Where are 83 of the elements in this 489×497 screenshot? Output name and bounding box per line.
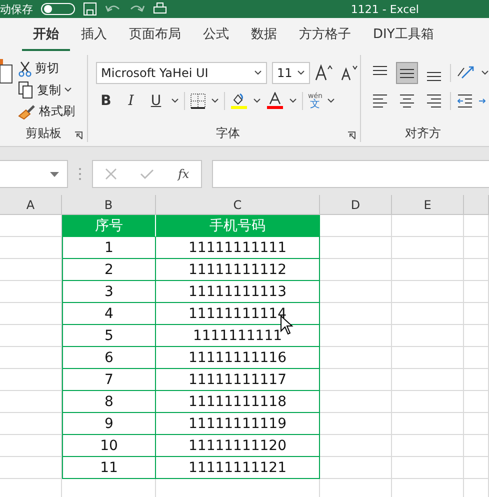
ribbon-button[interactable]: 格式刷	[16, 102, 77, 121]
ribbon-button[interactable]: 复制	[16, 80, 77, 100]
table-cell: 3	[62, 281, 156, 303]
group-label: 字体	[216, 124, 240, 142]
caret-icon	[297, 70, 305, 76]
table-cell: 9	[62, 413, 156, 435]
formula-input[interactable]	[212, 160, 489, 188]
align-icon	[425, 92, 443, 110]
copy-icon	[18, 81, 34, 99]
table-cell: 6	[62, 347, 156, 369]
font-size-field[interactable]: 11	[272, 62, 310, 84]
check-icon[interactable]	[140, 168, 154, 180]
align-icon	[398, 92, 416, 110]
column-header[interactable]: B	[62, 195, 156, 214]
align-icon	[371, 92, 389, 110]
caret-icon	[253, 98, 261, 104]
caret-icon	[254, 70, 262, 76]
undo-icon[interactable]	[105, 3, 121, 15]
align-icon	[373, 66, 387, 75]
table-header-cell: 手机号码	[156, 215, 320, 237]
vertical-align-button[interactable]	[396, 62, 418, 84]
autosave-toggle[interactable]	[41, 3, 75, 15]
table-cell: 5	[62, 325, 156, 347]
column-header[interactable]: A	[0, 195, 62, 214]
caret-icon	[327, 98, 336, 104]
table-cell: 11111111119	[156, 413, 320, 435]
table-cell: 11111111118	[156, 391, 320, 413]
table-cell: 11111111113	[156, 281, 320, 303]
insert-function-button[interactable]: fx	[178, 167, 190, 181]
table-cell: 11111111111	[156, 237, 320, 259]
table-cell: 11111111121	[156, 457, 320, 479]
redo-icon[interactable]	[129, 3, 145, 15]
paintbrush-icon	[18, 104, 36, 120]
ribbon-tab[interactable]: 数据	[240, 18, 288, 50]
align-icon	[427, 72, 441, 81]
dialog-launcher-icon[interactable]	[347, 131, 356, 140]
drag-handle-icon[interactable]	[78, 167, 82, 181]
window-title: 1121 - Excel	[350, 2, 419, 16]
group-label: 剪贴板	[26, 124, 62, 142]
shrink-font-icon[interactable]	[340, 64, 360, 82]
group-label: 对齐方	[405, 124, 441, 142]
table-cell: 11111111116	[156, 347, 320, 369]
ribbon-tab[interactable]: 插入	[70, 18, 118, 50]
autosave-label: 动保存	[0, 2, 33, 16]
align-icon	[400, 68, 414, 78]
scissors-icon	[18, 60, 32, 76]
format-button[interactable]: B	[96, 93, 116, 109]
caret-icon	[211, 98, 219, 104]
printer-icon[interactable]	[153, 2, 167, 16]
column-header[interactable]: E	[392, 195, 464, 214]
table-cell: 11	[62, 457, 156, 479]
ribbon-button[interactable]: 剪切	[16, 59, 77, 78]
ribbon-tab[interactable]: 页面布局	[118, 18, 192, 50]
column-header[interactable]: D	[320, 195, 392, 214]
cancel-icon[interactable]	[104, 168, 117, 180]
caret-icon	[481, 70, 489, 76]
table-cell: 2	[62, 259, 156, 281]
table-header-cell: 序号	[62, 215, 156, 237]
table-cell: 11111111117	[156, 369, 320, 391]
table-cell: 11111111120	[156, 435, 320, 457]
font-color-icon[interactable]	[266, 92, 284, 110]
table-cell: 4	[62, 303, 156, 325]
ribbon-tab[interactable]: 公式	[192, 18, 240, 50]
caret-icon	[289, 98, 297, 104]
table-cell: 11111111112	[156, 259, 320, 281]
table-cell: 10	[62, 435, 156, 457]
save-icon[interactable]	[83, 2, 97, 16]
table-cell: 1	[62, 237, 156, 259]
column-header[interactable]: C	[156, 195, 320, 214]
format-button[interactable]: U	[146, 93, 166, 109]
ribbon-tab[interactable]: DIY工具箱	[362, 18, 445, 50]
font-name-field[interactable]: Microsoft YaHei UI	[96, 62, 267, 84]
borders-icon[interactable]	[190, 93, 206, 109]
caret-icon	[50, 172, 59, 176]
grow-font-icon[interactable]	[315, 64, 335, 82]
table-cell: 8	[62, 391, 156, 413]
decrease-indent-icon[interactable]	[456, 92, 474, 110]
dialog-launcher-icon[interactable]	[74, 131, 83, 140]
format-button[interactable]: I	[121, 93, 141, 109]
ribbon-tab[interactable]: 方方格子	[288, 18, 362, 50]
fill-color-icon[interactable]	[230, 92, 248, 110]
table-cell: 7	[62, 369, 156, 391]
name-box[interactable]	[0, 160, 68, 188]
